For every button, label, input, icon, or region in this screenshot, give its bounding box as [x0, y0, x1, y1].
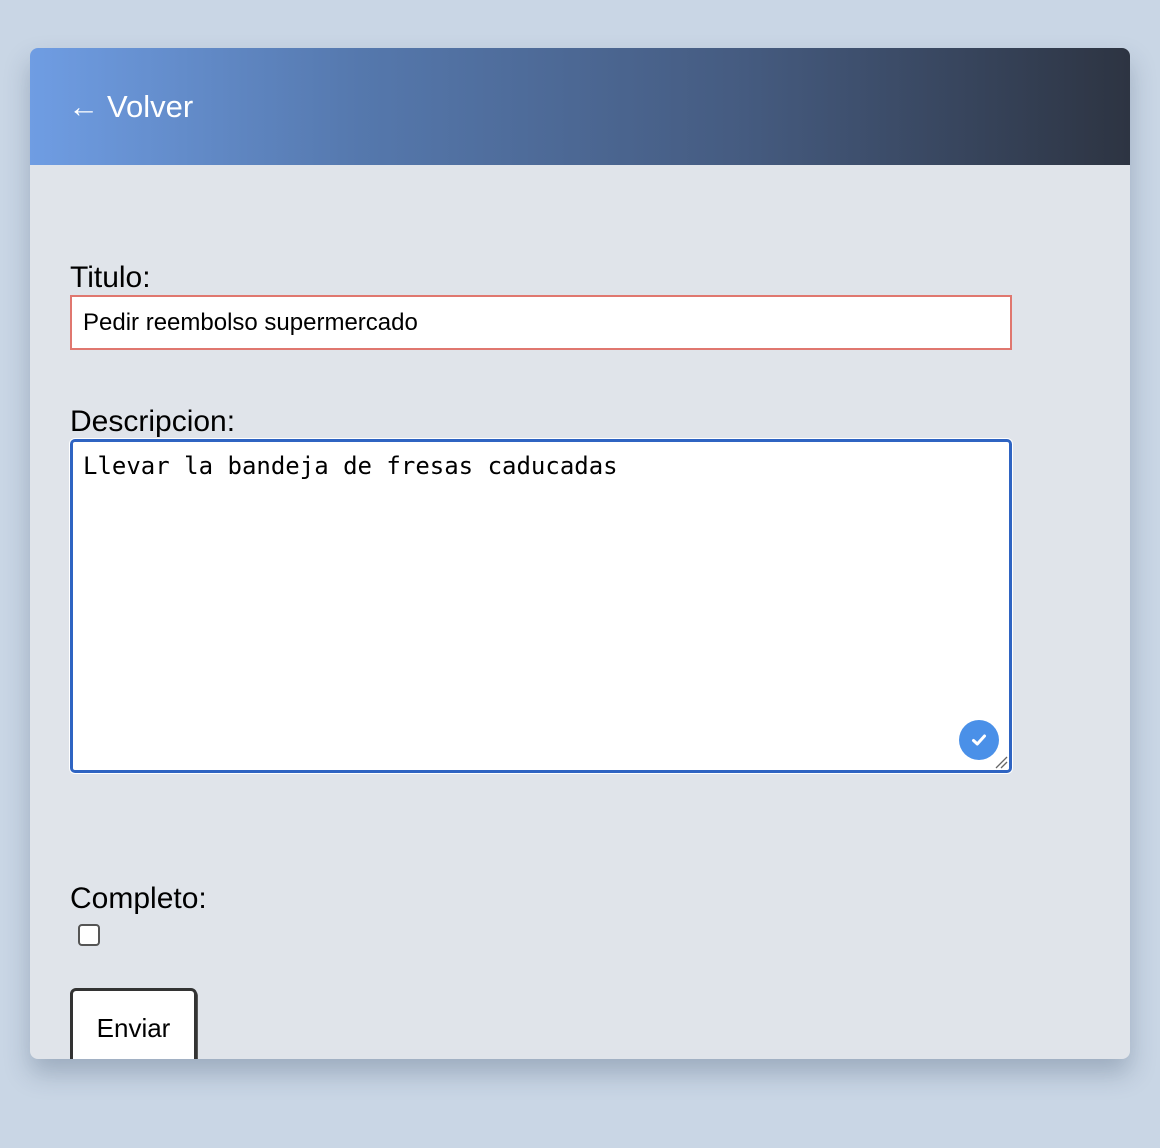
back-label: Volver: [107, 88, 194, 124]
title-input[interactable]: [70, 295, 1012, 350]
completed-label: Completo:: [70, 882, 207, 915]
resize-handle-icon[interactable]: [994, 755, 1008, 769]
description-label: Descripcion:: [70, 405, 236, 438]
description-textarea[interactable]: Llevar la bandeja de fresas caducadas: [73, 442, 1009, 770]
back-link[interactable]: ← Volver: [68, 89, 193, 125]
description-field-wrapper: Llevar la bandeja de fresas caducadas: [70, 439, 1012, 773]
title-label: Titulo:: [70, 261, 151, 294]
submit-button[interactable]: Enviar: [70, 988, 197, 1059]
completed-checkbox[interactable]: [78, 924, 100, 946]
header-bar: ← Volver: [30, 48, 1130, 165]
edit-card: ← Volver Titulo: Descripcion: Llevar la …: [30, 48, 1130, 1059]
checkmark-circle-icon: [959, 720, 999, 760]
left-arrow-icon: ←: [68, 89, 99, 124]
